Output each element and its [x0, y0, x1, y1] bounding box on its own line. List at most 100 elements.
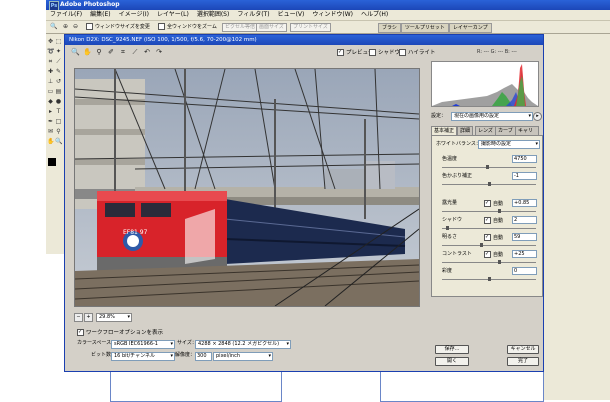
hand-tool-icon[interactable]: ✋	[83, 48, 92, 56]
settings-menu-icon[interactable]: ▸	[533, 112, 542, 121]
rotate-left-icon[interactable]: ↶	[143, 48, 151, 56]
straighten-tool-icon[interactable]: ⟋	[131, 48, 139, 56]
crop-tool-icon[interactable]: ⌗	[47, 58, 54, 65]
image-preview[interactable]: EF81 97	[74, 68, 420, 307]
contrast-auto-checkbox[interactable]	[484, 251, 491, 258]
exposure-slider[interactable]	[442, 209, 536, 213]
save-button[interactable]: 保存...	[435, 345, 469, 354]
menu-image[interactable]: イメージ(I)	[115, 10, 153, 20]
resolution-unit-select[interactable]: pixel/inch	[213, 352, 273, 361]
colorspace-select[interactable]: sRGB IEC61966-1	[111, 340, 175, 349]
foreground-color-swatch[interactable]	[48, 158, 56, 166]
zoom-out-button[interactable]: −	[74, 313, 83, 322]
workflow-options-checkbox[interactable]	[77, 329, 84, 336]
temperature-slider-thumb[interactable]	[486, 165, 489, 169]
preview-checkbox[interactable]	[337, 49, 344, 56]
magic-wand-tool-icon[interactable]: ✦	[55, 48, 62, 55]
fit-screen-button[interactable]: 画面サイズ	[256, 23, 287, 32]
history-brush-tool-icon[interactable]: ↺	[55, 78, 62, 85]
shadow-clipping-option[interactable]: シャドウ	[369, 49, 400, 57]
slice-tool-icon[interactable]: ⟋	[55, 58, 62, 65]
palette-tab-layer-comps[interactable]: レイヤーカンプ	[448, 23, 492, 33]
palette-tab-brushes[interactable]: ブラシ	[378, 23, 401, 33]
tint-field[interactable]: -1	[512, 172, 537, 180]
shadows-slider[interactable]	[442, 226, 536, 230]
brightness-slider[interactable]	[442, 243, 536, 247]
brightness-auto-option[interactable]: 自動	[484, 234, 503, 241]
saturation-field[interactable]: 0	[512, 267, 537, 275]
move-tool-icon[interactable]: ✥	[47, 38, 54, 45]
exposure-auto-option[interactable]: 自動	[484, 200, 503, 207]
menu-window[interactable]: ウィンドウ(W)	[308, 10, 357, 20]
done-button[interactable]: 完了	[507, 357, 539, 366]
menu-file[interactable]: ファイル(F)	[46, 10, 86, 20]
brush-tool-icon[interactable]: ✎	[55, 68, 62, 75]
size-select[interactable]: 4288 × 2848 (12.2 メガピクセル)	[195, 340, 291, 349]
menu-layer[interactable]: レイヤー(L)	[153, 10, 193, 20]
brightness-auto-checkbox[interactable]	[484, 234, 491, 241]
brightness-field[interactable]: 59	[512, 233, 537, 241]
path-select-tool-icon[interactable]: ▸	[47, 108, 54, 115]
bit-depth-select[interactable]: 16 bit/チャンネル	[111, 352, 175, 361]
contrast-slider-thumb[interactable]	[498, 260, 501, 264]
menu-filter[interactable]: フィルタ(T)	[233, 10, 273, 20]
crop-tool-icon[interactable]: ⌗	[119, 48, 127, 56]
settings-select[interactable]: 現在の画像用の設定	[451, 112, 533, 121]
healing-brush-tool-icon[interactable]: ✚	[47, 68, 54, 75]
resize-windows-checkbox[interactable]	[86, 23, 93, 30]
saturation-slider-thumb[interactable]	[488, 277, 491, 281]
zoom-in-button[interactable]: +	[84, 313, 93, 322]
shadows-field[interactable]: 2	[512, 216, 537, 224]
open-button[interactable]: 開く	[435, 357, 469, 366]
stamp-tool-icon[interactable]: ⊥	[47, 78, 54, 85]
gradient-tool-icon[interactable]: ▤	[55, 88, 62, 95]
exposure-auto-checkbox[interactable]	[484, 200, 491, 207]
zoom-out-icon[interactable]: ⊖	[72, 23, 79, 30]
zoom-tool-icon[interactable]: 🔍	[71, 48, 80, 56]
eraser-tool-icon[interactable]: ▭	[47, 88, 54, 95]
white-balance-select[interactable]: 撮影時の設定	[478, 140, 540, 149]
rotate-right-icon[interactable]: ↷	[155, 48, 163, 56]
lasso-tool-icon[interactable]: ➰	[47, 48, 54, 55]
shape-tool-icon[interactable]: □	[55, 118, 62, 125]
resolution-field[interactable]: 300	[195, 352, 212, 361]
tint-slider-thumb[interactable]	[488, 182, 491, 186]
saturation-slider[interactable]	[442, 277, 536, 281]
contrast-auto-option[interactable]: 自動	[484, 251, 503, 258]
cancel-button[interactable]: キャンセル	[507, 345, 539, 354]
hand-tool-icon[interactable]: ✋	[47, 138, 54, 145]
all-windows-zoom-option[interactable]: 全ウィンドウをズーム	[158, 23, 217, 31]
white-balance-eyedropper-icon[interactable]: ⚲	[95, 48, 103, 56]
highlight-clipping-option[interactable]: ハイライト	[399, 49, 435, 57]
eyedropper-tool-icon[interactable]: ⚲	[55, 128, 62, 135]
menu-view[interactable]: ビュー(V)	[274, 10, 309, 20]
print-size-button[interactable]: プリントサイズ	[290, 23, 331, 32]
tab-lens[interactable]: レンズ	[475, 126, 496, 135]
shadows-slider-thumb[interactable]	[446, 226, 449, 230]
tab-curve[interactable]: カーブ	[495, 126, 516, 135]
all-windows-zoom-checkbox[interactable]	[158, 23, 165, 30]
menu-help[interactable]: ヘルプ(H)	[357, 10, 392, 20]
dodge-tool-icon[interactable]: ●	[55, 98, 62, 105]
pen-tool-icon[interactable]: ✒	[47, 118, 54, 125]
resize-windows-option[interactable]: ウィンドウサイズを変更	[86, 23, 150, 31]
contrast-slider[interactable]	[442, 260, 536, 264]
actual-pixels-button[interactable]: ピクセル等倍	[222, 23, 259, 32]
exposure-slider-thumb[interactable]	[498, 209, 501, 213]
shadows-auto-checkbox[interactable]	[484, 217, 491, 224]
menu-edit[interactable]: 編集(E)	[86, 10, 114, 20]
shadow-clipping-checkbox[interactable]	[369, 49, 376, 56]
tab-calibration[interactable]: キャリブレーション	[515, 126, 539, 135]
blur-tool-icon[interactable]: ◆	[47, 98, 54, 105]
menu-select[interactable]: 選択範囲(S)	[193, 10, 234, 20]
zoom-in-icon[interactable]: ⊕	[62, 23, 69, 30]
marquee-tool-icon[interactable]: ⬚	[55, 38, 62, 45]
notes-tool-icon[interactable]: ✉	[47, 128, 54, 135]
zoom-tool-icon[interactable]: 🔍	[50, 23, 57, 30]
workflow-options-toggle[interactable]: ワークフローオプションを表示	[77, 329, 163, 337]
contrast-field[interactable]: +25	[512, 250, 537, 258]
tab-detail[interactable]: 詳細	[457, 126, 474, 135]
palette-tab-tool-presets[interactable]: ツールプリセット	[400, 23, 449, 33]
temperature-field[interactable]: 4750	[512, 155, 537, 163]
tint-slider[interactable]	[442, 182, 536, 186]
